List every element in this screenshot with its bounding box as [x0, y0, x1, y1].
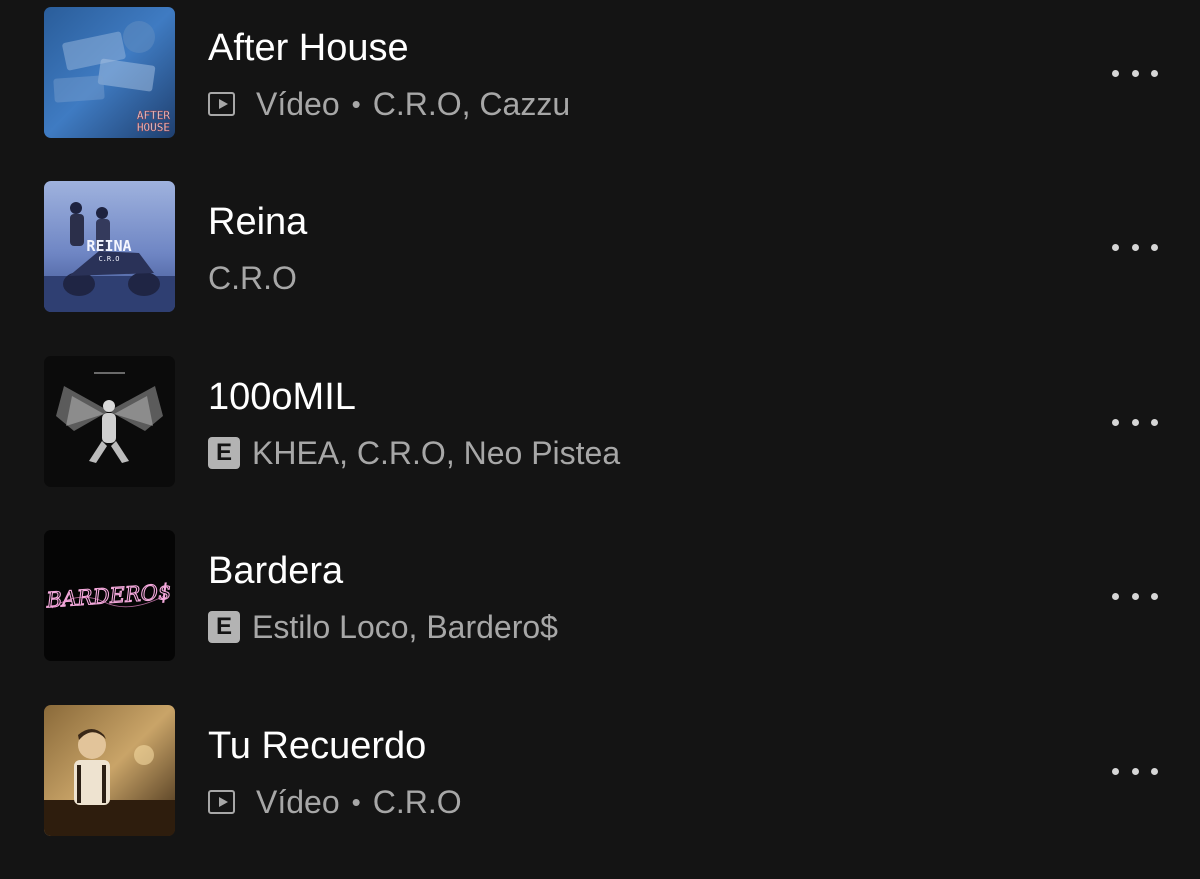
track-subtitle: E Estilo Loco, Bardero$ [208, 608, 558, 646]
more-options-button[interactable] [1106, 227, 1164, 267]
cover-text-artist: C.R.O [98, 255, 119, 263]
track-row[interactable]: AFTER HOUSE After House Vídeo • C.R.O, C… [0, 7, 1200, 139]
separator-dot: • [351, 786, 361, 817]
more-options-icon [1131, 767, 1139, 775]
more-options-icon [1112, 418, 1119, 426]
track-artists: KHEA, C.R.O, Neo Pistea [252, 434, 621, 471]
more-options-icon [1151, 767, 1158, 775]
track-artists: C.R.O, Cazzu [372, 85, 571, 122]
track-artists: Estilo Loco, Bardero$ [252, 608, 558, 645]
track-title: Bardera [208, 550, 344, 592]
track-row[interactable]: BARDERO$ Bardera E Estilo Loco, Bardero$ [0, 530, 1200, 662]
cover-text-house: HOUSE [137, 121, 170, 134]
track-list: AFTER HOUSE After House Vídeo • C.R.O, C… [0, 0, 1200, 879]
track-subtitle: C.R.O [208, 259, 297, 297]
more-options-icon [1112, 592, 1119, 600]
more-options-icon [1112, 243, 1119, 251]
album-cover: BARDERO$ [44, 530, 175, 661]
video-icon [208, 790, 235, 814]
more-options-icon [1112, 767, 1119, 775]
explicit-badge: E [208, 437, 240, 469]
track-subtitle: Vídeo • C.R.O, Cazzu [208, 85, 570, 123]
track-title: 100oMIL [208, 376, 356, 418]
track-artists: C.R.O [372, 783, 462, 820]
cover-text-reina: REINA [86, 237, 131, 255]
track-title: After House [208, 27, 409, 69]
more-options-icon [1151, 592, 1158, 600]
track-title: Tu Recuerdo [208, 725, 427, 767]
track-row[interactable]: 100oMIL E KHEA, C.R.O, Neo Pistea [0, 356, 1200, 488]
more-options-button[interactable] [1106, 751, 1164, 791]
track-artists: C.R.O [208, 259, 297, 296]
video-icon [208, 92, 235, 116]
track-type: Vídeo [256, 783, 340, 820]
more-options-icon [1131, 418, 1139, 426]
more-options-icon [1131, 69, 1139, 77]
more-options-button[interactable] [1106, 576, 1164, 616]
more-options-button[interactable] [1106, 402, 1164, 442]
album-cover [44, 705, 175, 836]
more-options-button[interactable] [1106, 53, 1164, 93]
more-options-icon [1131, 592, 1139, 600]
album-cover [44, 356, 175, 487]
album-cover: AFTER HOUSE [44, 7, 175, 138]
track-row[interactable]: Tu Recuerdo Vídeo • C.R.O [0, 705, 1200, 837]
album-cover: REINA C.R.O [44, 181, 175, 312]
separator-dot: • [351, 88, 361, 119]
more-options-icon [1131, 243, 1139, 251]
more-options-icon [1112, 69, 1119, 77]
track-title: Reina [208, 201, 308, 243]
explicit-badge: E [208, 611, 240, 643]
more-options-icon [1151, 418, 1158, 426]
track-type: Vídeo [256, 85, 340, 122]
more-options-icon [1151, 69, 1158, 77]
more-options-icon [1151, 243, 1158, 251]
track-row[interactable]: REINA C.R.O Reina C.R.O [0, 181, 1200, 313]
track-subtitle: Vídeo • C.R.O [208, 783, 462, 821]
track-subtitle: E KHEA, C.R.O, Neo Pistea [208, 434, 620, 472]
